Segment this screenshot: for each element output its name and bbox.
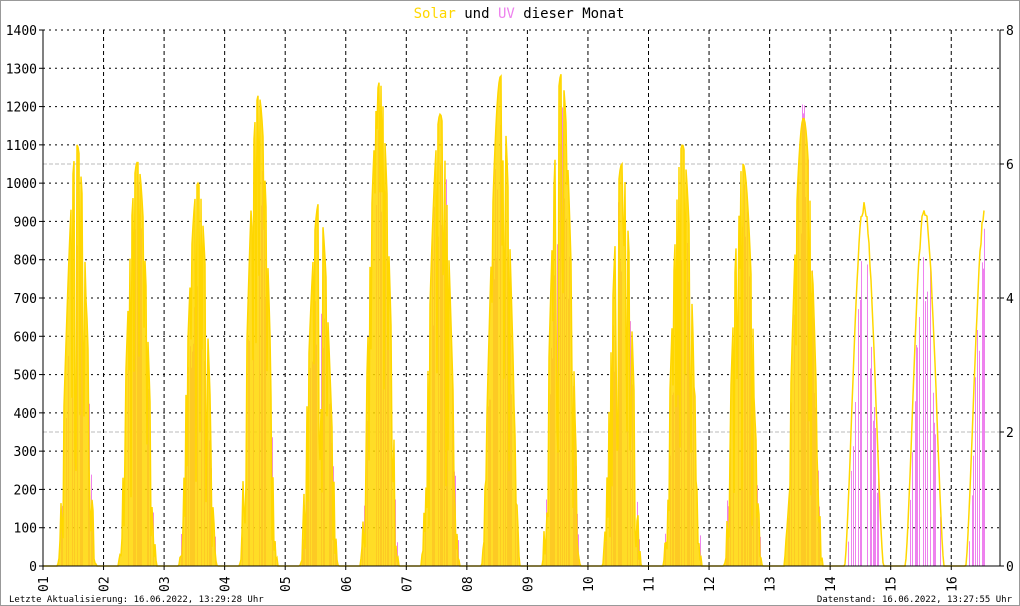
tick-label-left: 700 (14, 292, 37, 307)
tick-label-right: 2 (1006, 426, 1014, 441)
tick-label-x: 05 (279, 576, 294, 592)
tick-label-x: 04 (219, 576, 234, 592)
title-uv: UV (498, 6, 515, 22)
tick-label-left: 100 (14, 522, 37, 537)
title-und: und (456, 6, 498, 22)
tick-label-right: 6 (1006, 158, 1014, 173)
tick-label-x: 16 (945, 576, 960, 592)
tick-label-left: 1000 (6, 177, 37, 192)
tick-label-left: 900 (14, 215, 37, 230)
tick-label-x: 11 (643, 576, 658, 592)
tick-label-x: 09 (521, 576, 536, 592)
solar-uv-chart: Solar und UV dieser Monat 01002003004005… (6, 6, 1014, 605)
tick-label-x: 03 (158, 576, 173, 592)
tick-label-x: 01 (37, 576, 52, 592)
tick-label-right: 4 (1006, 292, 1014, 307)
title-solar: Solar (414, 6, 456, 22)
tick-label-left: 1300 (6, 62, 37, 77)
solar-day-area (769, 118, 830, 566)
tick-label-left: 1100 (6, 139, 37, 154)
title-rest: dieser Monat (515, 6, 625, 22)
tick-label-right: 8 (1006, 24, 1014, 39)
tick-label-x: 07 (400, 576, 415, 592)
tick-label-x: 14 (824, 576, 839, 592)
solar-day-line (890, 210, 951, 567)
solar-day-area (466, 76, 527, 566)
tick-label-x: 02 (98, 576, 113, 592)
tick-label-x: 08 (461, 576, 476, 592)
solar-day-area (587, 164, 648, 566)
chart-title: Solar und UV dieser Monat (414, 6, 625, 22)
tick-label-left: 400 (14, 407, 37, 422)
tick-label-left: 600 (14, 330, 37, 345)
solar-day-area (164, 183, 224, 566)
tick-label-left: 1200 (6, 101, 37, 116)
tick-label-right: 0 (1006, 560, 1014, 575)
tick-label-left: 500 (14, 369, 37, 384)
tick-label-x: 10 (582, 576, 597, 592)
tick-label-left: 0 (29, 560, 37, 575)
tick-label-left: 300 (14, 445, 37, 460)
tick-label-x: 12 (703, 576, 718, 592)
tick-label-left: 200 (14, 483, 37, 498)
tick-label-x: 13 (764, 576, 779, 592)
footer-data-status: Datenstand: 16.06.2022, 13:27:55 Uhr (817, 595, 1013, 605)
tick-label-left: 800 (14, 254, 37, 269)
tick-label-x: 06 (340, 576, 355, 592)
solar-series (43, 74, 985, 567)
footer-last-update: Letzte Aktualisierung: 16.06.2022, 13:29… (9, 595, 264, 605)
tick-label-left: 1400 (6, 24, 37, 39)
tick-label-x: 15 (885, 576, 900, 592)
